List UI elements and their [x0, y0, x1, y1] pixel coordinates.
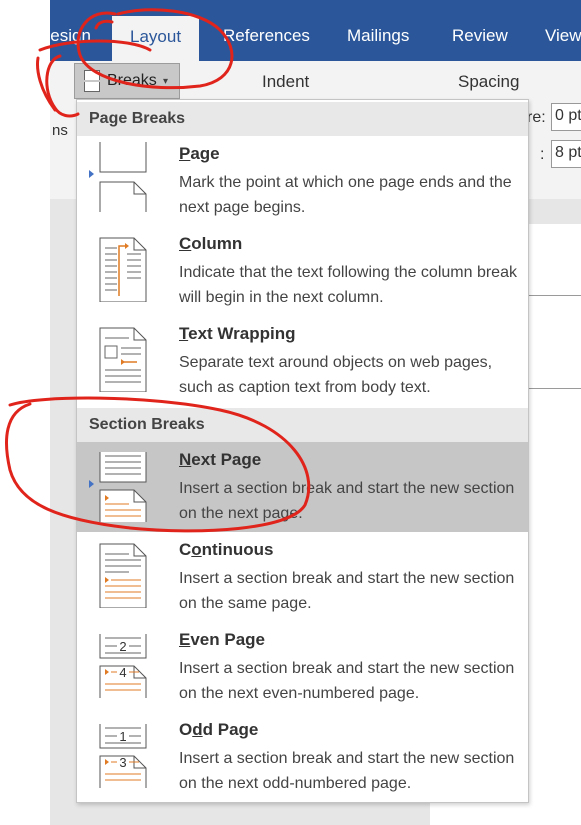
ribbon-tab-bar: Design Layout References Mailings Review…	[38, 0, 581, 61]
menu-item-next-page[interactable]: Next Page Insert a section break and sta…	[77, 442, 528, 532]
tab-mailings[interactable]: Mailings	[347, 26, 409, 46]
menu-item-column[interactable]: Column Indicate that the text following …	[77, 226, 528, 316]
menu-item-description: Insert a section break and start the new…	[179, 750, 515, 792]
menu-item-title: Page	[179, 144, 220, 163]
tab-design[interactable]: Design	[38, 26, 91, 46]
menu-item-title: Odd Page	[179, 720, 259, 739]
odd-icon-number-3: 3	[119, 755, 126, 770]
ribbon-cut-label: ns	[52, 122, 68, 139]
menu-item-title: Column	[179, 234, 243, 253]
before-label: re:	[527, 109, 546, 126]
menu-item-continuous[interactable]: Continuous Insert a section break and st…	[77, 532, 528, 622]
odd-icon-number-1: 1	[119, 729, 126, 744]
tab-layout[interactable]: Layout	[112, 16, 200, 61]
breaks-dropdown-menu: Page Breaks Page Mark the point at which…	[76, 99, 529, 803]
after-label: :	[540, 146, 545, 163]
even-page-break-icon: 2 4	[99, 634, 147, 698]
menu-item-description: Insert a section break and start the new…	[179, 570, 515, 612]
page-breaks-header: Page Breaks	[77, 102, 528, 136]
menu-item-title: Text Wrapping	[179, 324, 296, 343]
chevron-down-icon: ▾	[163, 76, 169, 87]
page-break-icon	[84, 70, 100, 92]
left-margin	[0, 0, 50, 825]
spacing-before-input[interactable]: 0 pt	[551, 103, 581, 131]
document-line	[520, 295, 581, 296]
menu-item-description: Insert a section break and start the new…	[179, 480, 515, 522]
menu-item-title: Continuous	[179, 540, 274, 559]
tab-review[interactable]: Review	[452, 26, 508, 46]
breaks-label: Breaks	[107, 72, 157, 89]
section-breaks-header: Section Breaks	[77, 408, 528, 442]
column-break-icon	[99, 237, 147, 302]
even-icon-number-4: 4	[119, 665, 126, 680]
menu-item-description: Indicate that the text following the col…	[179, 264, 517, 306]
spacing-after-input[interactable]: 8 pt	[551, 140, 581, 168]
continuous-break-icon	[99, 543, 147, 608]
breaks-button[interactable]: Breaks ▾	[74, 63, 180, 99]
even-icon-number-2: 2	[119, 639, 126, 654]
menu-item-text-wrapping[interactable]: Text Wrapping Separate text around objec…	[77, 316, 528, 406]
menu-item-description: Mark the point at which one page ends an…	[179, 174, 512, 216]
page-breaks-header-label: Page Breaks	[89, 110, 186, 127]
document-line	[520, 388, 581, 389]
indent-label: Indent	[262, 72, 310, 91]
odd-page-break-icon: 1 3	[99, 724, 147, 788]
menu-item-odd-page[interactable]: 1 3 Odd Page Insert a section break and …	[77, 712, 528, 802]
menu-item-title: Next Page	[179, 450, 262, 469]
default-marker-icon	[89, 480, 94, 488]
menu-item-even-page[interactable]: 2 4 Even Page Insert a section break and…	[77, 622, 528, 712]
menu-item-description: Separate text around objects on web page…	[179, 354, 493, 396]
section-breaks-header-label: Section Breaks	[89, 416, 205, 433]
spacing-label: Spacing	[458, 72, 520, 91]
default-marker-icon	[89, 170, 94, 178]
text-wrapping-icon	[99, 327, 147, 392]
menu-item-title: Even Page	[179, 630, 265, 649]
page-break-icon	[99, 142, 147, 212]
tab-references[interactable]: References	[223, 26, 310, 46]
menu-item-description: Insert a section break and start the new…	[179, 660, 515, 702]
tab-view[interactable]: View	[545, 26, 581, 46]
next-page-break-icon	[99, 452, 147, 522]
menu-item-page[interactable]: Page Mark the point at which one page en…	[77, 136, 528, 226]
